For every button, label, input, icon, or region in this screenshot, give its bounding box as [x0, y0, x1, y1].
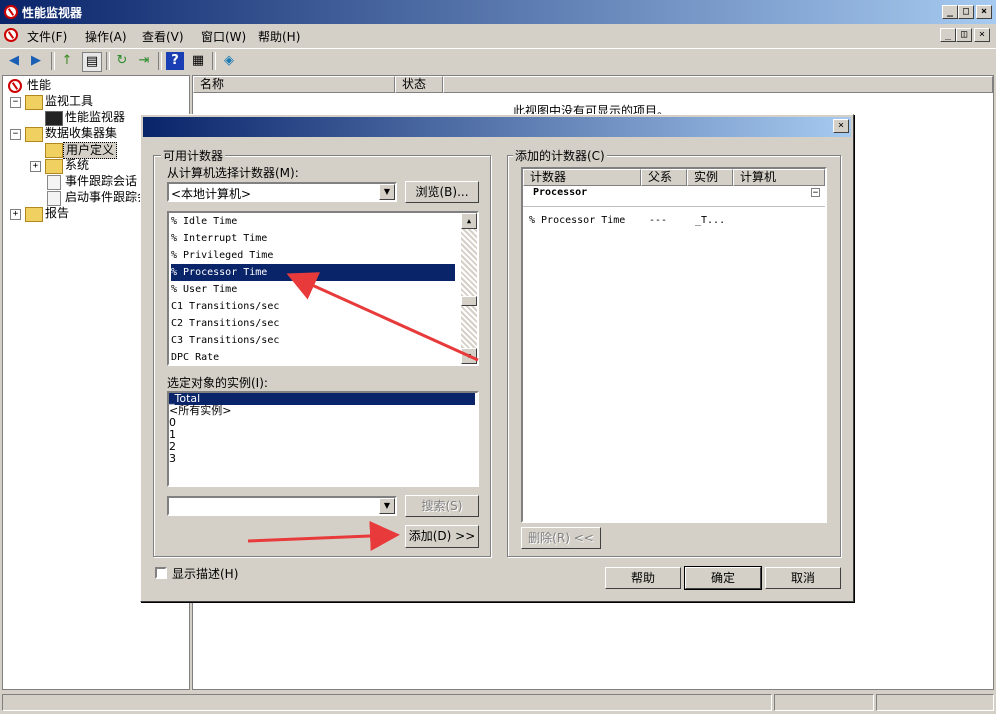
annotation-overlay — [247, 272, 479, 551]
annotation-arrow — [247, 520, 400, 551]
annotation-arrow — [286, 272, 479, 362]
